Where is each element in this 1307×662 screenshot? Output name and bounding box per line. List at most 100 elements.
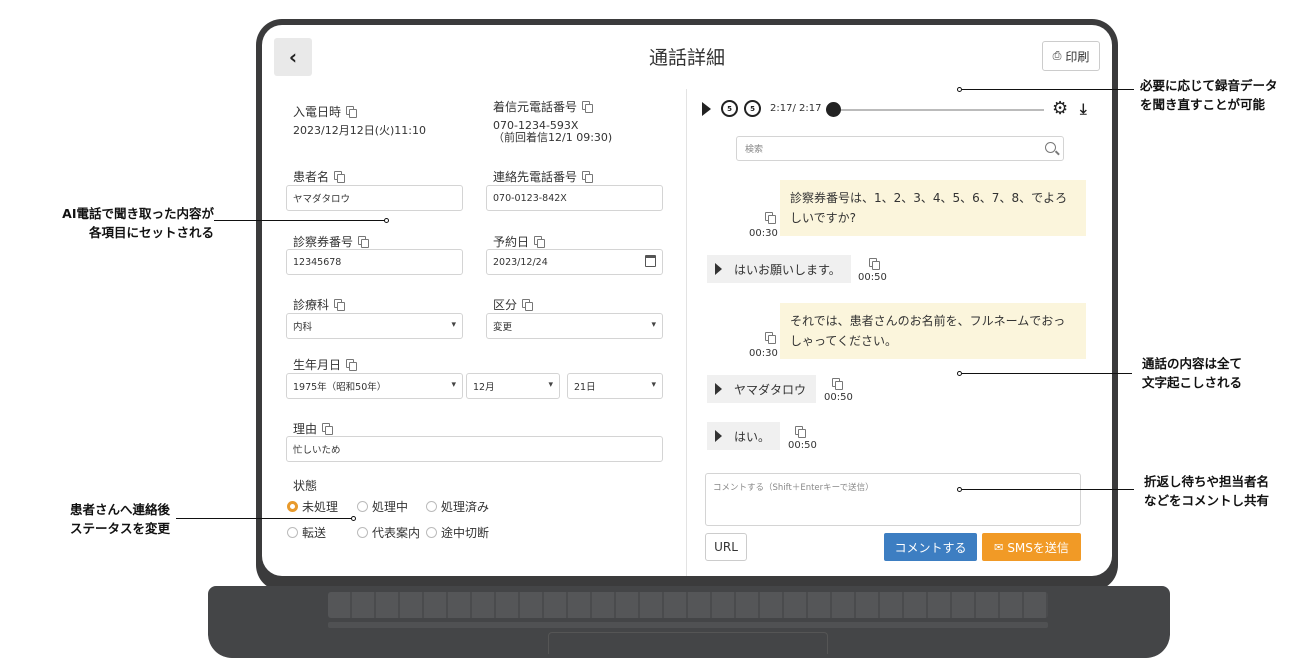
print-label: 印刷 — [1065, 49, 1090, 64]
gear-icon[interactable]: ⚙ — [1052, 99, 1068, 119]
forward-icon[interactable]: 5 — [744, 100, 761, 117]
copy-icon[interactable] — [522, 299, 534, 311]
birth-year-select[interactable]: 1975年（昭和50年） — [286, 373, 463, 399]
keyboard — [328, 592, 1048, 618]
copy-icon[interactable] — [346, 106, 358, 118]
annotation-ai-fill: AI電話で聞き取った内容が 各項目にセットされる — [62, 206, 214, 240]
annotation-comment-share: 折返し待ちや担当者名 などをコメントし共有 — [1144, 474, 1270, 508]
calendar-icon[interactable] — [645, 255, 656, 267]
transcript-bubble-4: はい。 — [707, 422, 781, 450]
play-icon[interactable] — [715, 430, 722, 442]
status-radio-4[interactable]: 代表案内 — [357, 524, 420, 541]
copy-icon[interactable] — [346, 359, 358, 371]
status-label: 状態 — [293, 479, 318, 493]
contact-phone-label: 連絡先電話番号 — [493, 168, 594, 185]
search-icon[interactable] — [1045, 142, 1056, 153]
copy-icon[interactable] — [795, 426, 806, 438]
status-radio-1[interactable]: 処理中 — [357, 498, 408, 515]
copy-icon[interactable] — [765, 332, 776, 344]
player-time: 2:17/ 2:17 — [770, 103, 822, 114]
radio-checked-icon — [287, 501, 298, 512]
annotation-replay: 必要に応じて録音データ を聞き直すことが可能 — [1140, 78, 1278, 112]
caller-phone-note: （前回着信12/1 09:30) — [493, 131, 613, 144]
department-select[interactable]: 内科 — [286, 313, 463, 339]
copy-icon[interactable] — [765, 212, 776, 224]
radio-icon — [357, 501, 368, 512]
copy-icon[interactable] — [322, 423, 334, 435]
transcript-time-4: 00:50 — [788, 440, 817, 451]
keyboard-row — [328, 622, 1048, 628]
status-radio-2[interactable]: 処理済み — [426, 498, 489, 515]
copy-icon[interactable] — [334, 299, 346, 311]
seek-handle[interactable] — [826, 102, 841, 117]
annotation-line — [962, 89, 1134, 90]
reason-label: 理由 — [293, 420, 334, 437]
radio-icon — [426, 501, 437, 512]
copy-icon[interactable] — [582, 171, 594, 183]
birth-month-select[interactable]: 12月 — [466, 373, 560, 399]
copy-icon[interactable] — [534, 236, 546, 248]
caller-phone-label: 着信元電話番号 — [493, 98, 594, 115]
copy-icon[interactable] — [832, 378, 843, 390]
play-icon[interactable] — [702, 102, 711, 116]
transcript-time-2: 00:30 — [749, 348, 778, 359]
transcript-bubble-3: ヤマダタロウ — [707, 375, 817, 403]
play-icon[interactable] — [715, 383, 722, 395]
annotation-line — [214, 220, 386, 221]
download-icon[interactable]: ⤓ — [1080, 99, 1087, 119]
mail-icon: ✉ — [994, 540, 1004, 554]
status-radio-3[interactable]: 転送 — [287, 524, 326, 541]
contact-phone-input[interactable]: 070-0123-842X — [486, 185, 663, 211]
appointment-date-input[interactable]: 2023/12/24 — [486, 249, 663, 275]
copy-icon[interactable] — [334, 171, 346, 183]
reason-input[interactable]: 忙しいため — [286, 436, 663, 462]
comment-input[interactable]: コメントする（Shift＋Enterキーで送信） — [705, 473, 1081, 526]
transcript-time-0: 00:30 — [749, 228, 778, 239]
radio-icon — [357, 527, 368, 538]
sms-button[interactable]: ✉ SMSを送信 — [982, 533, 1081, 561]
card-number-input[interactable]: 12345678 — [286, 249, 463, 275]
audio-player: 5 5 2:17/ 2:17 ⚙ ⤓ — [702, 99, 1102, 121]
status-radio-0[interactable]: 未処理 — [287, 498, 338, 515]
rewind-icon[interactable]: 5 — [721, 100, 738, 117]
annotation-transcribe: 通話の内容は全て 文字起こしされる — [1142, 356, 1243, 390]
copy-icon[interactable] — [582, 101, 594, 113]
seek-track[interactable] — [828, 109, 1044, 111]
url-button[interactable]: URL — [705, 533, 747, 561]
status-radio-5[interactable]: 途中切断 — [426, 524, 489, 541]
call-time-label: 入電日時 — [293, 103, 358, 120]
radio-icon — [426, 527, 437, 538]
annotation-dot — [384, 218, 389, 223]
transcript-bubble-0: 診察券番号は、1、2、3、4、5、6、7、8、でよろしいですか? — [780, 180, 1086, 236]
app-screen: ‹ 通話詳細 ⎙ 印刷 入電日時 2023/12月12日(火)11:10 着信元… — [262, 25, 1112, 576]
transcript-bubble-1: はいお願いします。 — [707, 255, 851, 283]
copy-icon[interactable] — [358, 236, 370, 248]
transcript-search-input[interactable]: 検索 — [736, 136, 1064, 161]
stage: ‹ 通話詳細 ⎙ 印刷 入電日時 2023/12月12日(火)11:10 着信元… — [0, 0, 1307, 662]
call-time-value: 2023/12月12日(火)11:10 — [293, 124, 426, 137]
page-title: 通話詳細 — [648, 47, 725, 69]
laptop-base — [208, 586, 1170, 658]
appointment-date-label: 予約日 — [493, 233, 546, 250]
transcript-time-3: 00:50 — [824, 392, 853, 403]
radio-icon — [287, 527, 298, 538]
copy-icon[interactable] — [869, 258, 880, 270]
birth-label: 生年月日 — [293, 356, 358, 373]
transcript-time-1: 00:50 — [858, 272, 887, 283]
annotation-line — [962, 373, 1132, 374]
touchpad — [548, 632, 828, 654]
comment-button[interactable]: コメントする — [884, 533, 977, 561]
birth-day-select[interactable]: 21日 — [567, 373, 663, 399]
annotation-status-change: 患者さんへ連絡後 ステータスを変更 — [69, 502, 170, 536]
print-button[interactable]: ⎙ 印刷 — [1042, 41, 1100, 71]
card-number-label: 診察券番号 — [293, 233, 370, 250]
play-icon[interactable] — [715, 263, 722, 275]
printer-icon: ⎙ — [1052, 49, 1062, 62]
annotation-line — [176, 518, 353, 519]
category-select[interactable]: 変更 — [486, 313, 663, 339]
patient-name-input[interactable]: ヤマダタロウ — [286, 185, 463, 211]
annotation-dot — [351, 516, 356, 521]
transcript-bubble-2: それでは、患者さんのお名前を、フルネームでおっしゃってください。 — [780, 303, 1086, 359]
patient-name-label: 患者名 — [293, 168, 346, 185]
category-label: 区分 — [493, 296, 534, 313]
